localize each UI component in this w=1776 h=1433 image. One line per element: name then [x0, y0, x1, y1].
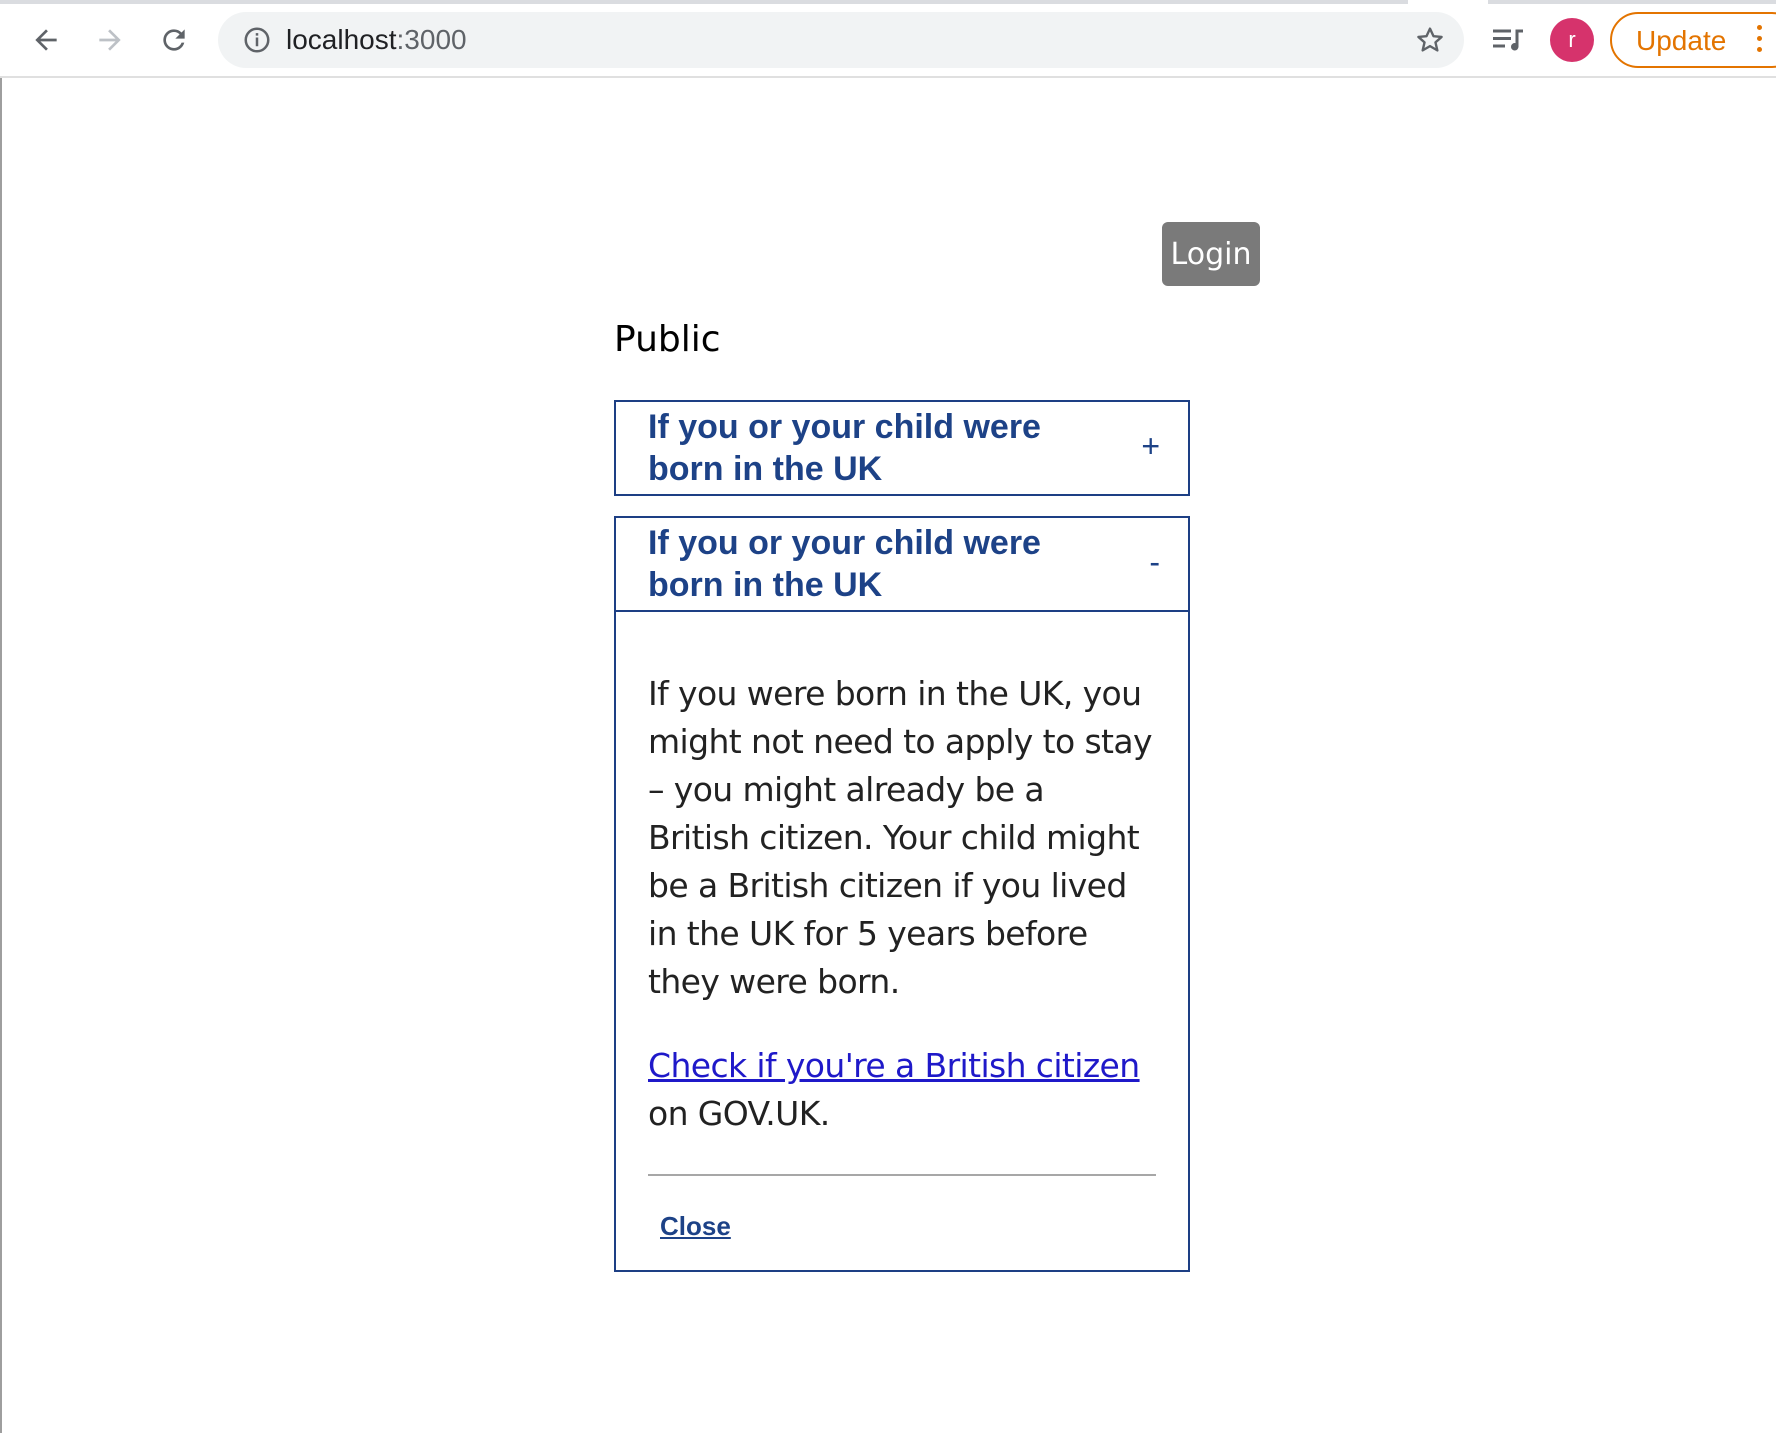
back-arrow-icon [35, 29, 57, 51]
forward-arrow-icon [99, 29, 121, 51]
accordion-item-collapsed: If you or your child were born in the UK… [614, 400, 1190, 496]
page-title: Public [614, 319, 721, 360]
tab-strip-gap [1408, 0, 1488, 4]
accordion-title: If you or your child were born in the UK [648, 408, 1041, 488]
info-icon[interactable] [242, 25, 272, 55]
kebab-menu-icon[interactable] [1756, 25, 1764, 57]
accordion-header[interactable]: If you or your child were born in the UK… [616, 518, 1188, 612]
expand-icon[interactable]: + [1141, 424, 1160, 468]
forward-button[interactable] [88, 18, 132, 62]
link-suffix: on GOV.UK. [648, 1094, 830, 1133]
window-edge [0, 78, 2, 1433]
accordion-header[interactable]: If you or your child were born in the UK… [616, 402, 1188, 494]
update-button[interactable]: Update [1610, 12, 1776, 68]
star-icon[interactable] [1414, 24, 1446, 56]
collapse-icon[interactable]: - [1149, 540, 1160, 584]
profile-avatar[interactable]: r [1550, 18, 1594, 62]
url-port: :3000 [396, 24, 467, 55]
reload-button[interactable] [152, 18, 196, 62]
accordion-item-expanded: If you or your child were born in the UK… [614, 516, 1190, 1272]
citizenship-check-paragraph: Check if you're a British citizen on GOV… [648, 1042, 1154, 1138]
reload-icon [163, 29, 185, 51]
check-citizen-link[interactable]: Check if you're a British citizen [648, 1046, 1140, 1085]
update-label: Update [1636, 25, 1727, 56]
accordion-panel: If you were born in the UK, you might no… [616, 612, 1188, 1242]
back-button[interactable] [24, 18, 68, 62]
accordion-body-text: If you were born in the UK, you might no… [648, 674, 1153, 1001]
media-queue-icon[interactable] [1490, 22, 1526, 58]
profile-initial: r [1568, 27, 1576, 52]
browser-toolbar: localhost:3000 r Update [0, 0, 1776, 78]
url-text[interactable]: localhost:3000 [286, 24, 467, 56]
tab-strip [0, 0, 1776, 4]
url-host: localhost [286, 24, 397, 55]
close-link[interactable]: Close [660, 1210, 731, 1242]
accordion-title: If you or your child were born in the UK [648, 524, 1041, 604]
login-button[interactable]: Login [1162, 222, 1260, 286]
address-bar[interactable]: localhost:3000 [218, 12, 1464, 68]
divider [648, 1174, 1156, 1176]
